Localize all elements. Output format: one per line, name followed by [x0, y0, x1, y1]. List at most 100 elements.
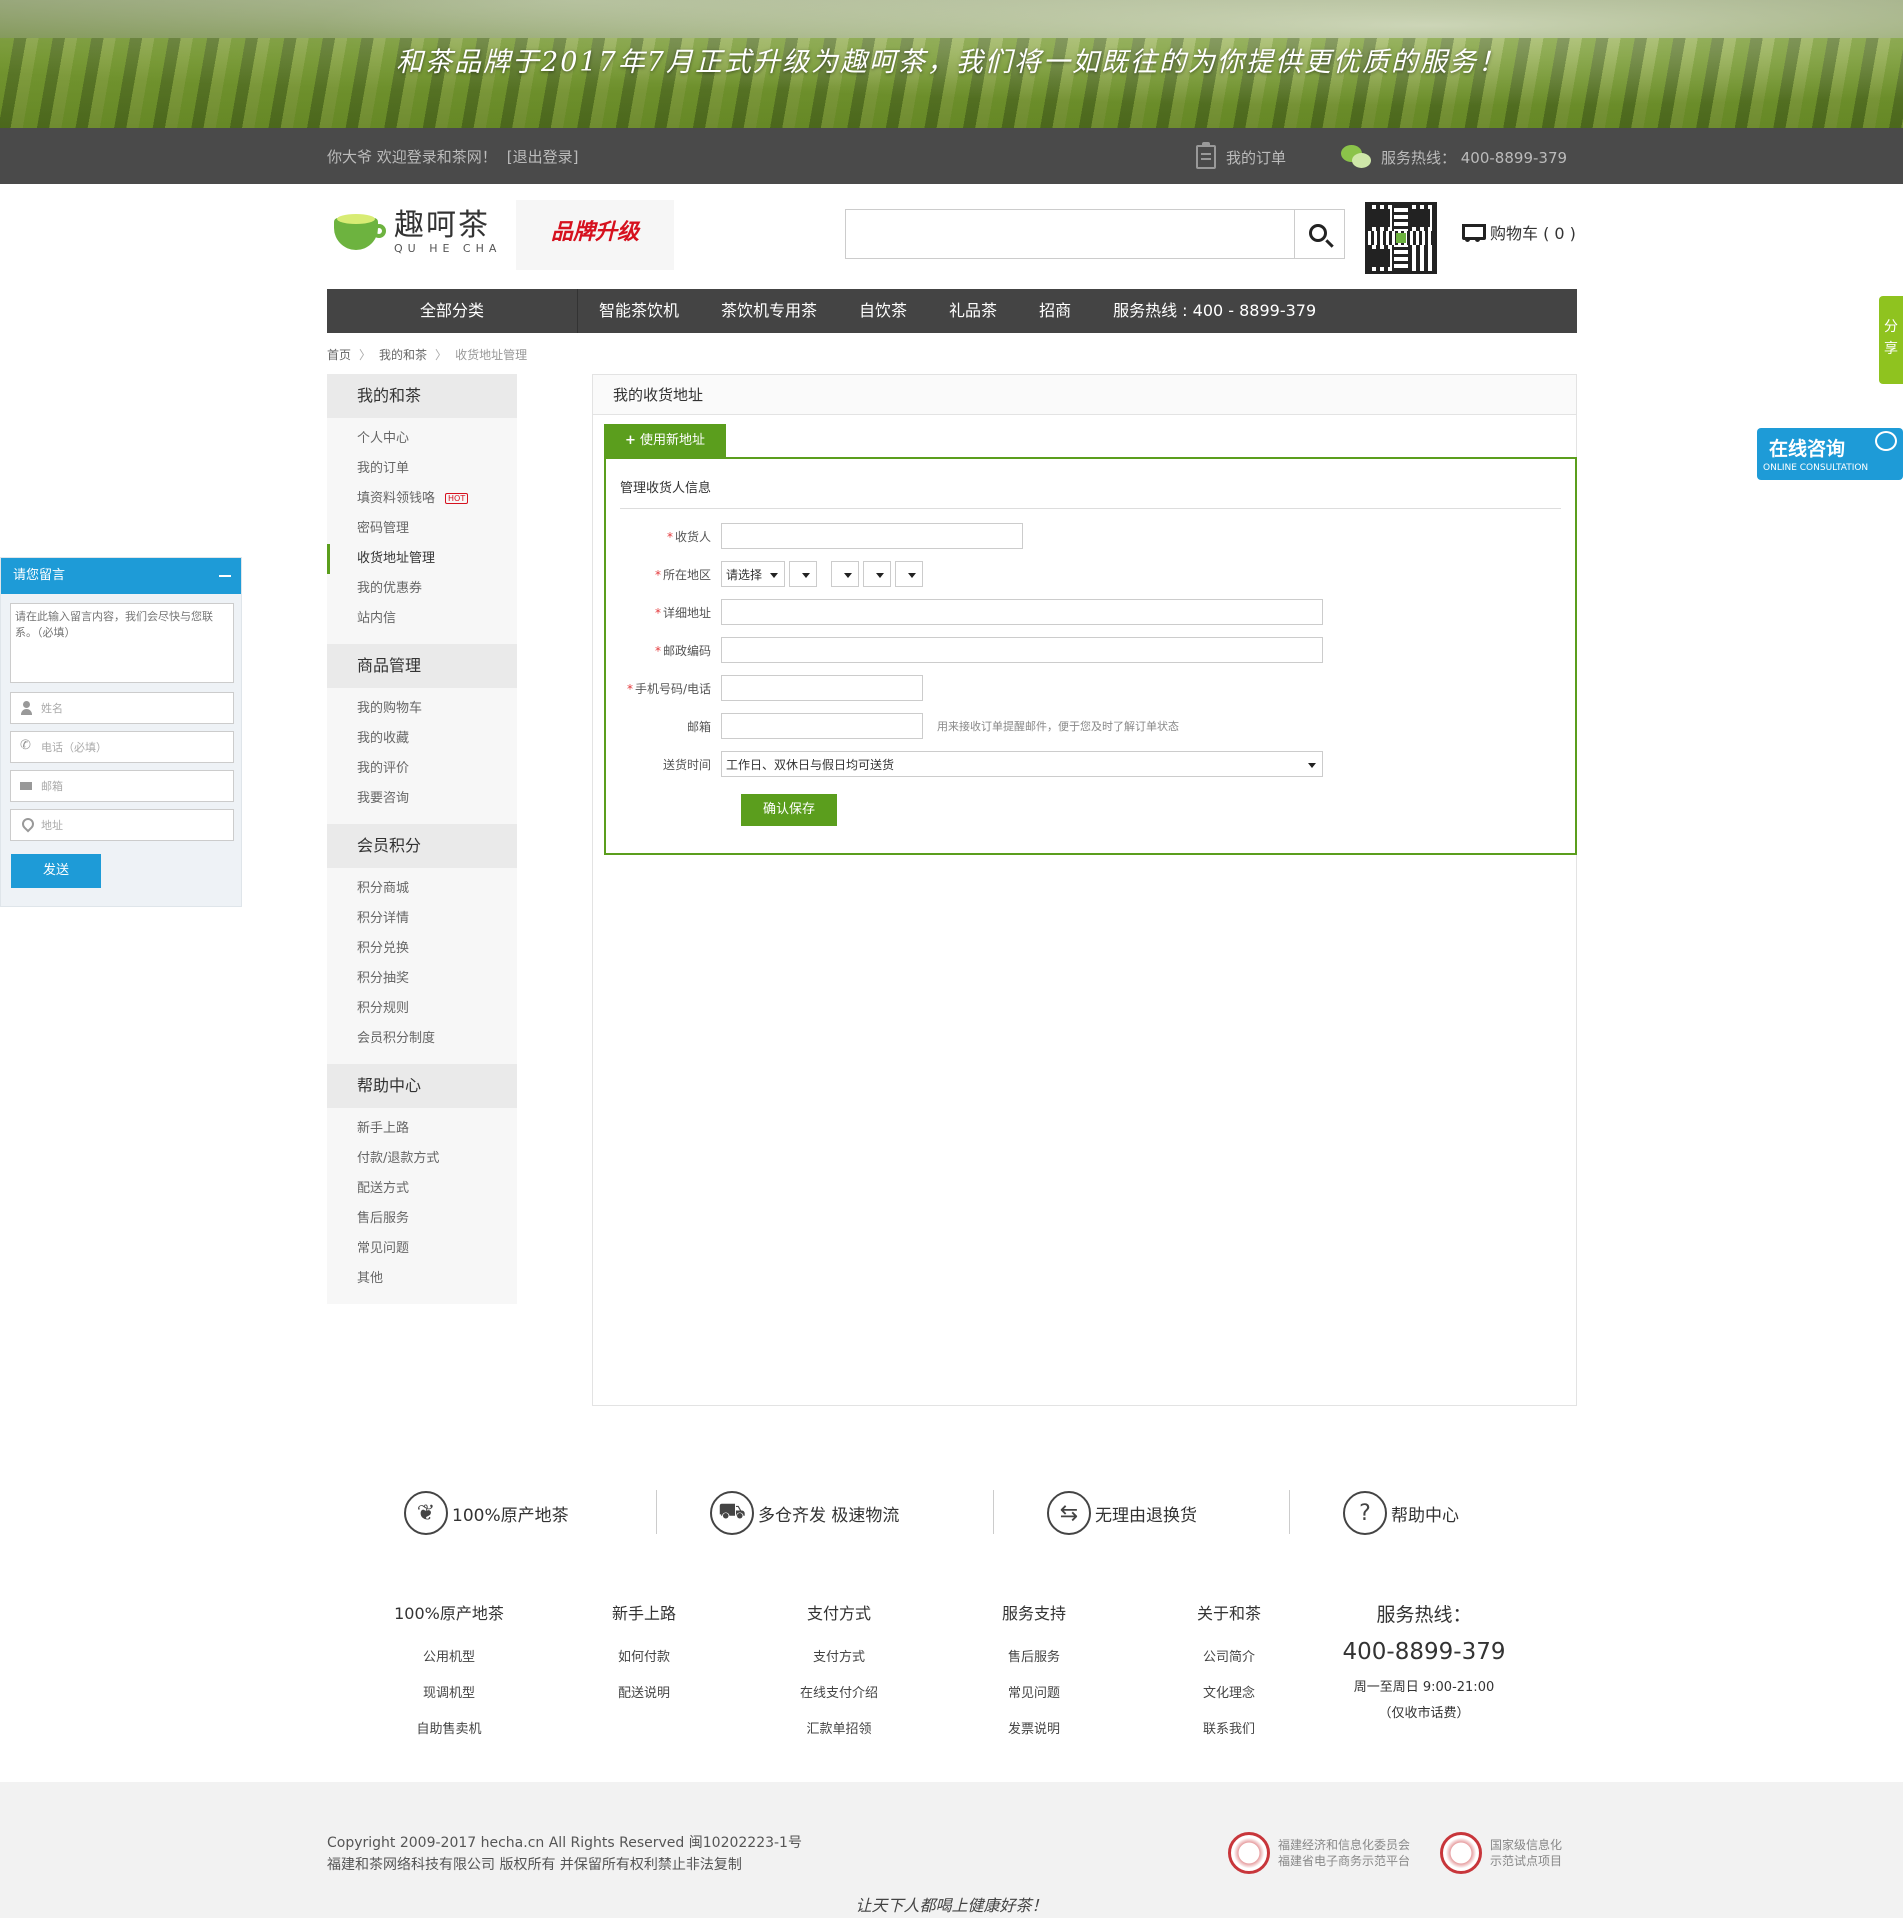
sidebar-item-favorites[interactable]: 我的收藏 [327, 724, 517, 754]
nav-item-machine-tea[interactable]: 茶饮机专用茶 [700, 289, 838, 333]
qr-code-image [1365, 202, 1437, 274]
sidebar-item-payment[interactable]: 付款/退款方式 [327, 1144, 517, 1174]
confirm-save-button[interactable]: 确认保存 [741, 794, 837, 826]
address-form: 管理收货人信息 * 收货人 * 所在地区 请选择 * 详细地址 * 邮政编码 * 手机号码… [604, 457, 1577, 855]
district-select[interactable] [831, 561, 859, 587]
my-orders-link[interactable]: 我的订单 [1196, 142, 1287, 169]
hot-badge: HOT [445, 493, 469, 504]
phone-input[interactable] [721, 675, 923, 701]
province-select[interactable]: 请选择 [721, 561, 785, 587]
footer-col-support: 服务支持 售后服务 常见问题 发票说明 [954, 1600, 1114, 1748]
town-select[interactable] [863, 561, 891, 587]
share-button[interactable]: 分享 [1879, 296, 1903, 384]
sidebar-item-points-rules[interactable]: 积分规则 [327, 994, 517, 1024]
breadcrumb-my-hecha[interactable]: 我的和茶 [379, 346, 427, 363]
certification-badge[interactable]: 福建经济和信息化委员会 福建省电子商务示范平台 [1228, 1832, 1410, 1874]
sidebar-item-points-system[interactable]: 会员积分制度 [327, 1024, 517, 1054]
welcome-area: 你大爷 欢迎登录和茶网！ [退出登录] [327, 146, 579, 167]
use-new-address-tab[interactable]: + 使用新地址 [604, 424, 726, 457]
email-input[interactable] [721, 713, 923, 739]
sidebar-item-after-sales[interactable]: 售后服务 [327, 1204, 517, 1234]
footer-link[interactable]: 公用机型 [369, 1640, 529, 1676]
certification-badge[interactable]: 国家级信息化 示范试点项目 [1440, 1832, 1562, 1874]
sidebar-item-messages[interactable]: 站内信 [327, 604, 517, 634]
send-button[interactable]: 发送 [11, 854, 101, 888]
wechat-icon[interactable] [1341, 145, 1371, 169]
sidebar-item-faq[interactable]: 常见问题 [327, 1234, 517, 1264]
footer-col-beginner: 新手上路 如何付款 配送说明 [564, 1600, 724, 1712]
site-bottom: Copyright 2009-2017 hecha.cn All Rights … [0, 1782, 1903, 1918]
online-consultation-button[interactable]: 在线咨询 ONLINE CONSULTATION [1757, 428, 1903, 480]
seal-icon [1440, 1832, 1482, 1874]
sidebar-item-beginner[interactable]: 新手上路 [327, 1114, 517, 1144]
footer-link[interactable]: 联系我们 [1149, 1712, 1309, 1748]
breadcrumb-chevron-icon: 〉 [359, 348, 372, 362]
email-field[interactable]: 邮箱 [10, 770, 234, 802]
nav-item-self-drink-tea[interactable]: 自饮茶 [838, 289, 928, 333]
footer-link[interactable]: 文化理念 [1149, 1676, 1309, 1712]
nav-item-gift-tea[interactable]: 礼品茶 [928, 289, 1018, 333]
footer-link[interactable]: 汇款单招领 [759, 1712, 919, 1748]
search-button[interactable] [1294, 210, 1344, 258]
footer-link[interactable]: 自助售卖机 [369, 1712, 529, 1748]
footer-link[interactable]: 支付方式 [759, 1640, 919, 1676]
sidebar-item-personal-center[interactable]: 个人中心 [327, 424, 517, 454]
location-pin-icon [11, 810, 41, 840]
receiver-input[interactable] [721, 523, 1023, 549]
chat-bubble-icon [1875, 431, 1897, 451]
footer-link[interactable]: 配送说明 [564, 1676, 724, 1712]
sidebar-item-my-orders[interactable]: 我的订单 [327, 454, 517, 484]
delivery-time-label: 送货时间 [662, 757, 711, 772]
city-select[interactable] [789, 561, 817, 587]
logo-text-en: QU HE CHA [394, 241, 502, 255]
sidebar-item-delivery[interactable]: 配送方式 [327, 1174, 517, 1204]
breadcrumb-current: 收货地址管理 [455, 348, 528, 362]
sidebar-item-password[interactable]: 密码管理 [327, 514, 517, 544]
nav-all-categories[interactable]: 全部分类 [327, 289, 578, 333]
postcode-label: * 邮政编码 [654, 643, 711, 658]
address-input[interactable] [721, 599, 1323, 625]
sidebar-item-other[interactable]: 其他 [327, 1264, 517, 1294]
message-content-input[interactable] [10, 603, 234, 683]
cart-link[interactable]: 购物车 ( 0 ) [1460, 220, 1576, 244]
nav-item-franchise[interactable]: 招商 [1018, 289, 1092, 333]
sidebar-item-reviews[interactable]: 我的评价 [327, 754, 517, 784]
sidebar-item-consult[interactable]: 我要咨询 [327, 784, 517, 814]
delivery-time-select[interactable]: 工作日、双休日与假日均可送货 [721, 751, 1323, 777]
search-input[interactable] [846, 210, 1294, 258]
sidebar-item-fill-info[interactable]: 填资料领钱咯 HOT [327, 484, 517, 514]
my-orders-label: 我的订单 [1226, 148, 1287, 167]
footer-link[interactable]: 现调机型 [369, 1676, 529, 1712]
address-field[interactable]: 地址 [10, 809, 234, 841]
footer-link[interactable]: 发票说明 [954, 1712, 1114, 1748]
site-logo[interactable]: 趣呵茶 QU HE CHA [334, 210, 501, 254]
sidebar-item-points-lottery[interactable]: 积分抽奖 [327, 964, 517, 994]
footer-link[interactable]: 如何付款 [564, 1640, 724, 1676]
sidebar-item-points-mall[interactable]: 积分商城 [327, 874, 517, 904]
postcode-input[interactable] [721, 637, 1323, 663]
minimize-icon[interactable] [219, 575, 231, 577]
chevron-down-icon [844, 573, 852, 578]
region-row: * 所在地区 请选择 [606, 561, 923, 587]
sidebar-item-coupons[interactable]: 我的优惠券 [327, 574, 517, 604]
postcode-row: * 邮政编码 [606, 637, 1323, 663]
phone-field[interactable]: 电话（必填） [10, 731, 234, 763]
brand-upgrade-badge[interactable]: 品牌升级 [516, 200, 674, 270]
nav-item-smart-tea-machine[interactable]: 智能茶饮机 [578, 289, 700, 333]
footer-link[interactable]: 售后服务 [954, 1640, 1114, 1676]
account-sidebar: 我的和茶 个人中心 我的订单 填资料领钱咯 HOT 密码管理 收货地址管理 我的优… [327, 374, 517, 1304]
question-mark-icon: ? [1343, 1491, 1387, 1535]
sidebar-item-points-detail[interactable]: 积分详情 [327, 904, 517, 934]
logout-link[interactable]: [退出登录] [507, 148, 579, 166]
delivery-time-row: 送货时间 工作日、双休日与假日均可送货 [606, 751, 1323, 777]
sidebar-item-address[interactable]: 收货地址管理 [327, 544, 517, 574]
sidebar-item-cart[interactable]: 我的购物车 [327, 694, 517, 724]
footer-link[interactable]: 常见问题 [954, 1676, 1114, 1712]
footer-link[interactable]: 在线支付介绍 [759, 1676, 919, 1712]
footer-link[interactable]: 公司简介 [1149, 1640, 1309, 1676]
breadcrumb-home[interactable]: 首页 [327, 346, 351, 363]
sidebar-item-points-exchange[interactable]: 积分兑换 [327, 934, 517, 964]
street-select[interactable] [895, 561, 923, 587]
name-field[interactable]: 姓名 [10, 692, 234, 724]
copyright-text: Copyright 2009-2017 hecha.cn All Rights … [327, 1835, 802, 1851]
